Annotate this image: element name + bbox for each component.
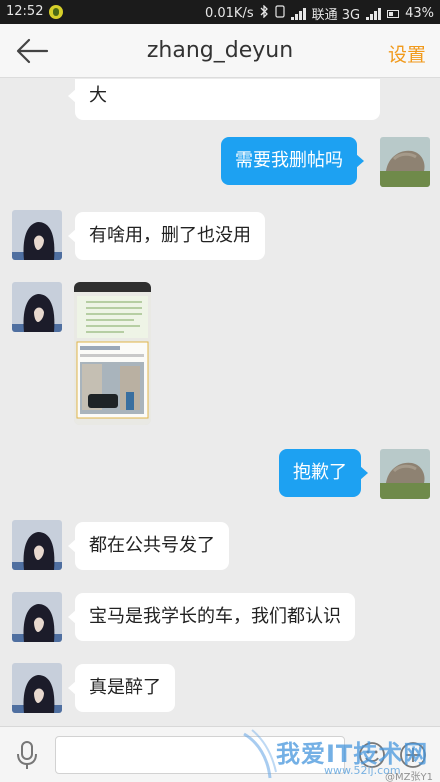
contact-avatar[interactable] xyxy=(12,282,62,332)
chat-header: zhang_deyun 设置 xyxy=(0,24,440,78)
message-bubble-incoming[interactable]: 都在公共号发了 xyxy=(68,522,229,570)
contact-avatar[interactable] xyxy=(12,663,62,713)
signal-icon-3g xyxy=(366,7,382,20)
message-image[interactable] xyxy=(74,282,151,425)
contact-avatar[interactable] xyxy=(12,520,62,570)
message-bubble-incoming[interactable]: 有啥用，删了也没用 xyxy=(68,212,265,260)
emoji-icon[interactable] xyxy=(357,740,387,770)
status-bar: 12:52 0.01K/s 联通 3G 43% xyxy=(0,0,440,24)
contact-avatar[interactable] xyxy=(12,592,62,642)
my-avatar[interactable] xyxy=(380,137,430,187)
carrier-label: 联通 3G xyxy=(311,8,361,23)
status-right-group: 0.01K/s 联通 3G 43% xyxy=(205,4,434,23)
signal-icon xyxy=(290,7,306,20)
bluetooth-icon xyxy=(260,4,269,22)
battery-icon xyxy=(387,9,400,18)
message-bubble-incoming[interactable]: 真是醉了 xyxy=(68,664,175,712)
network-speed: 0.01K/s xyxy=(204,6,254,21)
battery-percent: 43% xyxy=(405,6,434,21)
my-avatar[interactable] xyxy=(380,449,430,499)
status-time: 12:52 xyxy=(6,4,44,19)
message-bubble-outgoing[interactable]: 需要我删帖吗 xyxy=(221,137,364,185)
input-bar xyxy=(0,726,440,782)
mute-icon xyxy=(275,5,285,22)
microphone-icon[interactable] xyxy=(12,739,42,771)
message-bubble-incoming[interactable]: 宝马是我学长的车，我们都认识 xyxy=(68,593,355,641)
contact-avatar[interactable] xyxy=(12,210,62,260)
message-list[interactable]: 大 需要我删帖吗 有啥用，删了也没用 抱歉了 都在公共号发了 宝马是我学长的车，… xyxy=(0,79,440,726)
message-bubble-outgoing[interactable]: 抱歉了 xyxy=(279,449,368,497)
plus-icon[interactable] xyxy=(398,740,428,770)
message-bubble-incoming[interactable]: 大 xyxy=(68,79,380,120)
notification-app-icon xyxy=(49,5,63,19)
chat-title: zhang_deyun xyxy=(146,38,294,63)
settings-button[interactable]: 设置 xyxy=(388,40,426,67)
message-input[interactable] xyxy=(55,736,345,774)
